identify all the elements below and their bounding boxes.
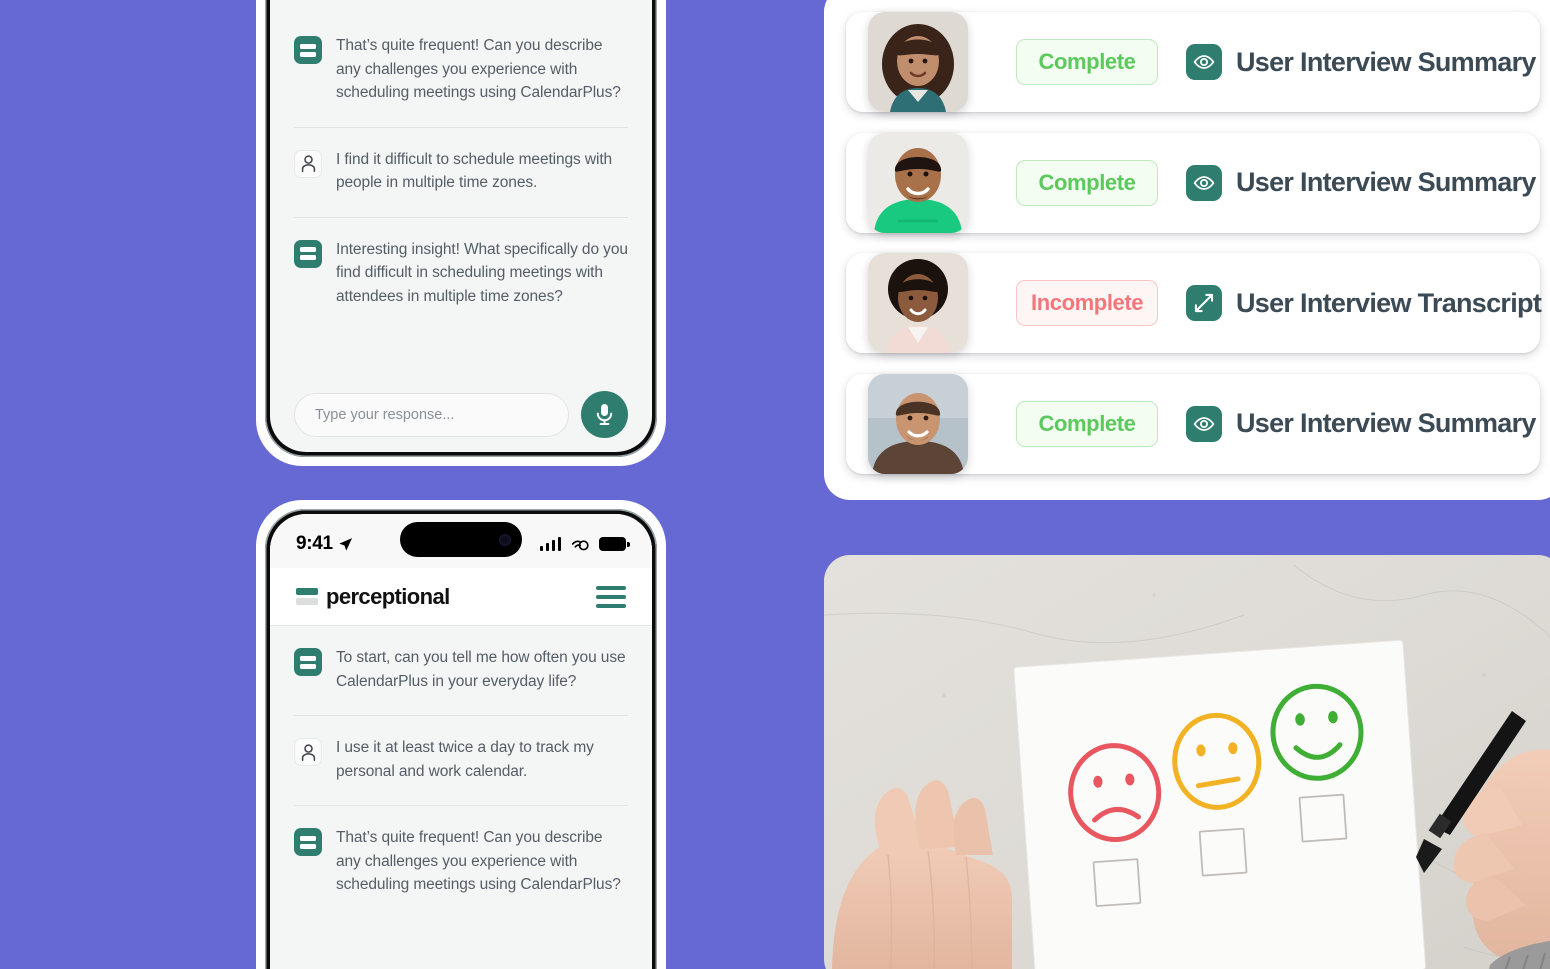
chat-message-text: To start, can you tell me how often you … — [336, 649, 626, 690]
status-badge: Complete — [1016, 39, 1158, 85]
chat-message-list: To start, can you tell me how often you … — [270, 626, 652, 919]
bot-icon — [294, 828, 322, 857]
location-arrow-icon — [339, 537, 352, 551]
chat-message-text: That’s quite frequent! Can you describe … — [336, 37, 621, 102]
status-badge: Incomplete — [1016, 280, 1158, 327]
interview-row[interactable]: Complete User Interview Summary — [846, 132, 1540, 233]
document-label: User Interview Summary — [1236, 408, 1536, 439]
chat-message-bot[interactable]: That’s quite frequent! Can you describe … — [294, 14, 628, 128]
wifi-icon — [571, 539, 589, 550]
user-icon — [294, 738, 322, 767]
message-composer: Type your response... — [270, 391, 652, 438]
avatar-woman-afro — [868, 253, 968, 354]
document-link[interactable]: User Interview Summary — [1186, 44, 1536, 80]
document-link[interactable]: User Interview Summary — [1186, 164, 1536, 201]
microphone-icon — [596, 404, 613, 425]
avatar-woman-curly-hair — [868, 12, 968, 112]
perceptional-logo-icon — [296, 588, 318, 605]
chat-message-list: That’s quite frequent! Can you describe … — [270, 0, 652, 331]
status-bar-indicators — [539, 537, 630, 552]
phone-bezel: That’s quite frequent! Can you describe … — [265, 0, 657, 457]
eye-icon — [1186, 164, 1222, 201]
brand-name: perceptional — [326, 583, 450, 609]
phone-mockup-top: That’s quite frequent! Can you describe … — [256, 0, 666, 466]
phone-bezel: 9:41 perceptional To start, can you tell… — [265, 509, 657, 969]
interview-row[interactable]: Complete User Interview Summary — [846, 12, 1540, 112]
bot-icon — [294, 648, 322, 676]
clock-label: 9:41 — [296, 533, 333, 554]
battery-icon — [599, 537, 630, 551]
phone-mockup-bottom: 9:41 perceptional To start, can you tell… — [256, 500, 666, 969]
chat-message-text: That’s quite frequent! Can you describe … — [336, 829, 621, 894]
bot-icon — [294, 36, 322, 64]
phone-screen: That’s quite frequent! Can you describe … — [270, 0, 652, 452]
user-icon — [294, 149, 322, 178]
avatar-man-brown-jacket — [868, 373, 968, 474]
phone-screen: 9:41 perceptional To start, can you tell… — [270, 514, 652, 969]
avatar-man-green-shirt — [868, 132, 968, 233]
expand-icon — [1186, 285, 1222, 322]
app-header: perceptional — [270, 568, 652, 626]
interview-row[interactable]: Complete User Interview Summary — [846, 373, 1540, 474]
chat-message-text: Interesting insight! What specifically d… — [336, 240, 628, 305]
document-link[interactable]: User Interview Summary — [1186, 405, 1536, 442]
poster-canvas: That’s quite frequent! Can you describe … — [0, 0, 1550, 969]
chat-message-user[interactable]: I find it difficult to schedule meetings… — [294, 128, 628, 218]
satisfaction-survey-photo — [824, 555, 1550, 969]
status-bar-time: 9:41 — [296, 533, 353, 555]
status-badge: Complete — [1016, 400, 1158, 447]
document-link[interactable]: User Interview Transcript — [1186, 285, 1542, 322]
chat-message-text: I use it at least twice a day to track m… — [336, 739, 594, 780]
dynamic-island — [400, 522, 522, 557]
status-badge: Complete — [1016, 159, 1158, 206]
microphone-button[interactable] — [581, 391, 628, 438]
document-label: User Interview Summary — [1236, 46, 1536, 77]
interview-list-card: Complete User Interview Summary Complete… — [824, 0, 1550, 500]
response-input[interactable]: Type your response... — [294, 392, 569, 437]
chat-message-bot[interactable]: To start, can you tell me how often you … — [294, 626, 628, 717]
chat-message-bot[interactable]: Interesting insight! What specifically d… — [294, 218, 628, 331]
chat-message-bot[interactable]: That’s quite frequent! Can you describe … — [294, 806, 628, 919]
document-label: User Interview Transcript — [1236, 287, 1542, 318]
chat-message-text: I find it difficult to schedule meetings… — [336, 150, 613, 192]
hamburger-menu-icon[interactable] — [596, 585, 626, 608]
chat-message-user[interactable]: I use it at least twice a day to track m… — [294, 716, 628, 807]
status-bar: 9:41 — [270, 514, 652, 568]
document-label: User Interview Summary — [1236, 167, 1536, 198]
interview-row[interactable]: Incomplete User Interview Transcript — [846, 253, 1542, 354]
eye-icon — [1186, 44, 1222, 80]
bot-icon — [294, 239, 322, 268]
survey-photo-illustration — [824, 555, 1550, 969]
cellular-bars-icon — [539, 537, 561, 551]
eye-icon — [1186, 405, 1222, 442]
